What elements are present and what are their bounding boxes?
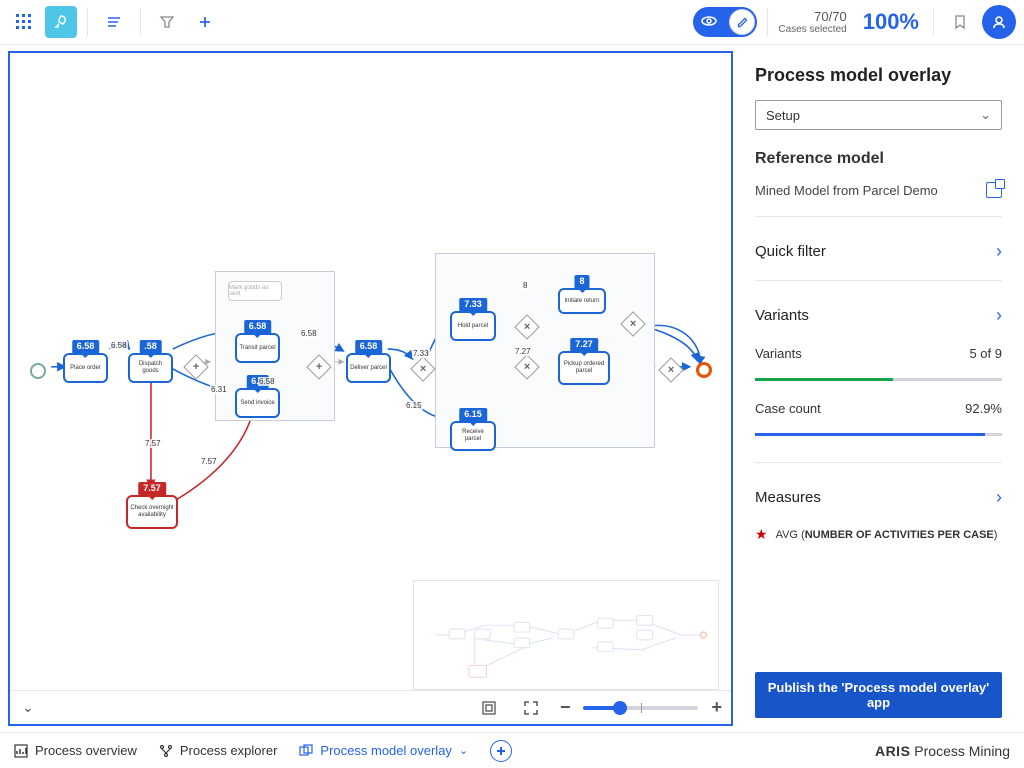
deliver-parcel-node[interactable]: 6.58 Deliver parcel [346,353,391,383]
collapse-canvas-icon[interactable]: ⌄ [16,697,40,718]
publish-button[interactable]: Publish the 'Process model overlay' app [755,672,1002,718]
view-edit-toggle[interactable] [693,7,757,37]
rocket-icon[interactable] [45,6,77,38]
cases-count: 70/70 [778,9,846,24]
node-badge: 7.33 [459,298,487,312]
filter-icon[interactable] [151,6,183,38]
edge-label: 8 [522,281,528,290]
tab-label: Process model overlay [320,743,452,758]
case-count-label: Case count [755,401,821,416]
reference-model-name: Mined Model from Parcel Demo [755,183,938,198]
side-panel: Process model overlay Setup ⌄ Reference … [733,45,1024,732]
measures-title: Measures [755,489,821,506]
node-badge: 8 [574,275,589,289]
edge-label: 7.27 [514,347,532,356]
edge-label: 6.58 [110,341,128,350]
brand-label: ARIS Process Mining [875,743,1010,759]
canvas-footer: ⌄ − + [10,690,731,724]
tree-icon [159,744,173,758]
overlay-icon [299,744,313,758]
node-badge: 6.58 [244,320,272,334]
quick-filter-label: Quick filter [755,243,826,260]
node-badge: 6.58 [355,340,383,354]
edge-label: 7.57 [144,439,162,448]
canvas-area: + + × × × × × Mark goods as sent 6.58 Pl… [8,51,733,726]
check-availability-node[interactable]: 7.57 Check overnight availability [126,495,178,529]
edge-label: 6.58 [258,377,276,386]
edge-label: 7.33 [412,349,430,358]
gateway-exclusive[interactable]: × [658,357,683,382]
gateway-exclusive[interactable]: × [410,356,435,381]
panel-title: Process model overlay [755,65,1002,86]
variants-bar [755,378,1002,381]
pickup-parcel-node[interactable]: 7.27 Pickup ordered parcel [558,351,610,385]
fullscreen-icon[interactable] [515,692,547,724]
tab-label: Process overview [35,743,137,758]
edge-label: 6.58 [300,329,318,338]
node-badge: 7.27 [570,338,598,352]
chevron-down-icon: ⌄ [980,107,991,123]
zoom-out-button[interactable]: − [557,697,574,718]
select-value: Setup [766,108,800,123]
node-badge: 7.57 [138,482,166,496]
star-icon: ★ [755,526,768,543]
place-order-node[interactable]: 6.58 Place order [63,353,108,383]
apps-icon[interactable] [8,6,40,38]
cases-label: Cases selected [778,24,846,35]
quick-filter-row[interactable]: Quick filter › [755,241,1002,262]
edge-label: 6.15 [405,401,423,410]
setup-select[interactable]: Setup ⌄ [755,100,1002,130]
cases-stats: 70/70 Cases selected [778,9,852,35]
transit-parcel-node[interactable]: 6.58 Transit parcel [235,333,280,363]
dispatch-goods-node[interactable]: .58 Dispatch goods [128,353,173,383]
list-icon[interactable] [98,6,130,38]
chevron-right-icon: › [996,487,1002,508]
add-tab-button[interactable] [490,740,512,762]
minimap[interactable] [413,580,719,690]
tab-process-explorer[interactable]: Process explorer [159,743,278,758]
node-badge: 6.58 [72,340,100,354]
user-icon[interactable] [982,5,1016,39]
edge-label: 6.31 [210,385,228,394]
node-badge: 6.15 [459,408,487,422]
hold-parcel-node[interactable]: 7.33 Hold parcel [450,311,496,341]
top-toolbar: 70/70 Cases selected 100% [0,0,1024,45]
reference-model-title: Reference model [755,150,1002,168]
zoom-in-button[interactable]: + [708,697,725,718]
chevron-right-icon: › [996,305,1002,326]
tab-process-overview[interactable]: Process overview [14,743,137,758]
open-model-icon[interactable] [986,182,1002,198]
node-badge: .58 [139,340,162,354]
add-filter-icon[interactable] [189,6,221,38]
tab-label: Process explorer [180,743,278,758]
eye-icon [701,13,717,32]
variants-row[interactable]: Variants › [755,305,1002,326]
zoom-slider[interactable] [583,706,698,710]
mark-goods-node[interactable]: Mark goods as sent [228,281,282,301]
chevron-down-icon: ⌄ [459,744,468,757]
chart-icon [14,744,28,758]
cases-percent: 100% [863,9,919,35]
case-count-value: 92.9% [965,401,1002,416]
tab-process-model-overlay[interactable]: Process model overlay ⌄ [299,743,468,758]
start-event[interactable] [30,363,46,379]
chevron-right-icon: › [996,241,1002,262]
end-event[interactable] [696,362,712,378]
edit-icon [729,9,755,35]
bottom-tabs: Process overview Process explorer Proces… [0,732,1024,768]
case-count-bar [755,433,1002,436]
measure-item[interactable]: ★ AVG (NUMBER OF ACTIVITIES PER CASE) [755,526,1002,543]
variants-value: 5 of 9 [969,346,1002,361]
measures-row[interactable]: Measures › [755,487,1002,508]
bookmark-icon[interactable] [944,6,976,38]
fit-to-screen-icon[interactable] [473,692,505,724]
send-invoice-node[interactable]: 6.5 Send invoice [235,388,280,418]
receive-parcel-node[interactable]: 6.15 Receive parcel [450,421,496,451]
initiate-return-node[interactable]: 8 Initiate return [558,288,606,314]
variants-label: Variants [755,346,802,361]
variants-title: Variants [755,307,809,324]
gateway-parallel[interactable]: + [183,354,208,379]
edge-label: 7.57 [200,457,218,466]
